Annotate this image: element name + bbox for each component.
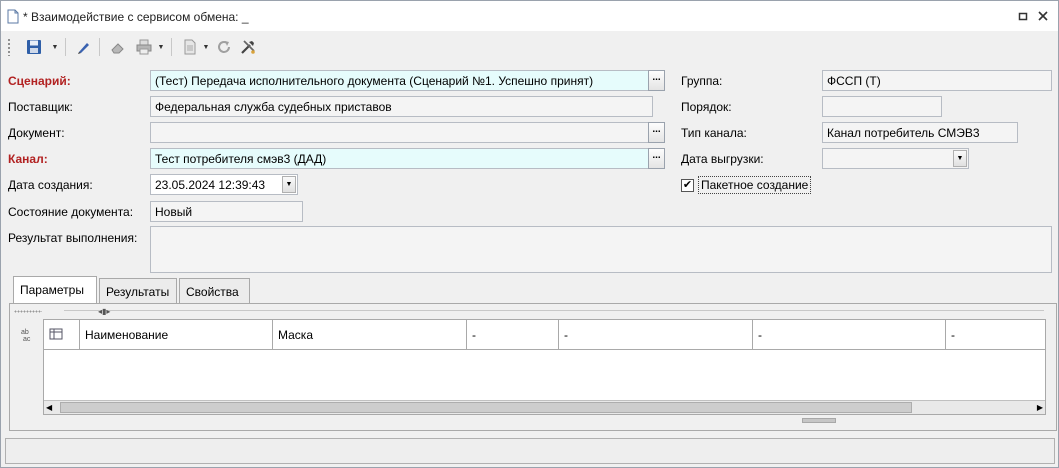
tab-parameters[interactable]: Параметры [13, 276, 97, 304]
ruler-strip [64, 310, 1044, 316]
tools-icon[interactable] [237, 37, 259, 57]
document-field[interactable] [150, 122, 649, 143]
svg-text:ac: ac [23, 336, 31, 343]
scenario-label: Сценарий: [8, 74, 71, 88]
scrollbar-thumb[interactable] [60, 402, 912, 413]
tab-results[interactable]: Результаты [99, 278, 177, 304]
column-header-6[interactable]: - [946, 320, 1045, 350]
status-bar [5, 438, 1055, 464]
upload-date-label: Дата выгрузки: [681, 152, 764, 166]
scroll-right-icon[interactable]: ▶ [1037, 401, 1043, 414]
channel-type-label: Тип канала: [681, 126, 747, 140]
scenario-field[interactable]: (Тест) Передача исполнительного документ… [150, 70, 649, 91]
save-icon[interactable] [23, 37, 45, 57]
batch-creation-checkbox[interactable]: ✔ [681, 179, 694, 192]
result-label: Результат выполнения: [8, 231, 138, 245]
column-header-5[interactable]: - [753, 320, 946, 350]
upload-date-field[interactable] [822, 148, 969, 169]
order-label: Порядок: [681, 100, 732, 114]
channel-field[interactable]: Тест потребителя смэв3 (ДАД) [150, 148, 649, 169]
supplier-field[interactable]: Федеральная служба судебных приставов [150, 96, 653, 117]
result-field[interactable] [150, 226, 1052, 273]
svg-text:ab: ab [21, 329, 29, 336]
print-dropdown-arrow-icon[interactable]: ▼ [156, 37, 166, 57]
channel-select-button[interactable]: ... [648, 148, 665, 169]
parameters-grid: Наименование Маска - - - - ◀ ▶ [43, 319, 1046, 415]
column-header-3[interactable]: - [467, 320, 559, 350]
group-field[interactable]: ФССП (Т) [822, 70, 1052, 91]
save-dropdown-arrow-icon[interactable]: ▼ [50, 37, 60, 57]
panel-grip[interactable] [14, 310, 42, 313]
splitter-handle[interactable] [802, 418, 836, 423]
toolbar-grip[interactable] [7, 38, 11, 56]
document-dropdown-arrow-icon[interactable]: ▼ [201, 37, 211, 57]
tab-properties[interactable]: Свойства [179, 278, 250, 304]
created-date-dropdown-icon[interactable]: ▼ [282, 176, 296, 193]
document-state-label: Состояние документа: [8, 205, 134, 219]
column-header-name[interactable]: Наименование [80, 320, 273, 350]
print-icon[interactable] [133, 37, 155, 57]
column-header-mask[interactable]: Маска [273, 320, 467, 350]
parameters-panel: ◂▮▸ ab ac Наименование Маска - - - - ◀ ▶ [9, 303, 1057, 431]
group-label: Группа: [681, 74, 723, 88]
toolbar-separator [99, 38, 100, 56]
order-field[interactable] [822, 96, 942, 117]
channel-label: Канал: [8, 152, 48, 166]
scenario-select-button[interactable]: ... [648, 70, 665, 91]
column-chooser-icon[interactable] [44, 320, 80, 350]
document-select-button[interactable]: ... [648, 122, 665, 143]
pen-icon[interactable] [73, 37, 95, 57]
created-date-label: Дата создания: [8, 178, 93, 192]
batch-creation-label[interactable]: Пакетное создание [698, 176, 812, 194]
document-label: Документ: [8, 126, 65, 140]
toolbar-separator [171, 38, 172, 56]
upload-date-dropdown-icon[interactable]: ▼ [953, 150, 967, 167]
main-window: * Взаимодействие с сервисом обмена: _ ▼ … [0, 0, 1059, 468]
window-title: * Взаимодействие с сервисом обмена: _ [23, 10, 249, 24]
refresh-icon[interactable] [213, 37, 235, 57]
supplier-label: Поставщик: [8, 100, 73, 114]
find-replace-icon[interactable]: ab ac [20, 326, 38, 344]
horizontal-scrollbar[interactable]: ◀ ▶ [44, 400, 1045, 414]
document-state-field: Новый [150, 201, 303, 222]
column-header-4[interactable]: - [559, 320, 753, 350]
toolbar: ▼ ▼ ▼ [5, 32, 1055, 62]
close-button[interactable] [1036, 9, 1050, 23]
scroll-left-icon[interactable]: ◀ [46, 401, 52, 414]
channel-type-field: Канал потребитель СМЭВ3 [822, 122, 1018, 143]
document-icon [7, 9, 19, 24]
title-bar: * Взаимодействие с сервисом обмена: _ [1, 1, 1058, 31]
toolbar-separator [65, 38, 66, 56]
document-icon[interactable] [179, 37, 201, 57]
created-date-field[interactable]: 23.05.2024 12:39:43 [150, 174, 298, 195]
restore-button[interactable] [1016, 9, 1030, 23]
eraser-icon[interactable] [107, 37, 129, 57]
resize-handle-icon[interactable]: ◂▮▸ [98, 307, 110, 316]
